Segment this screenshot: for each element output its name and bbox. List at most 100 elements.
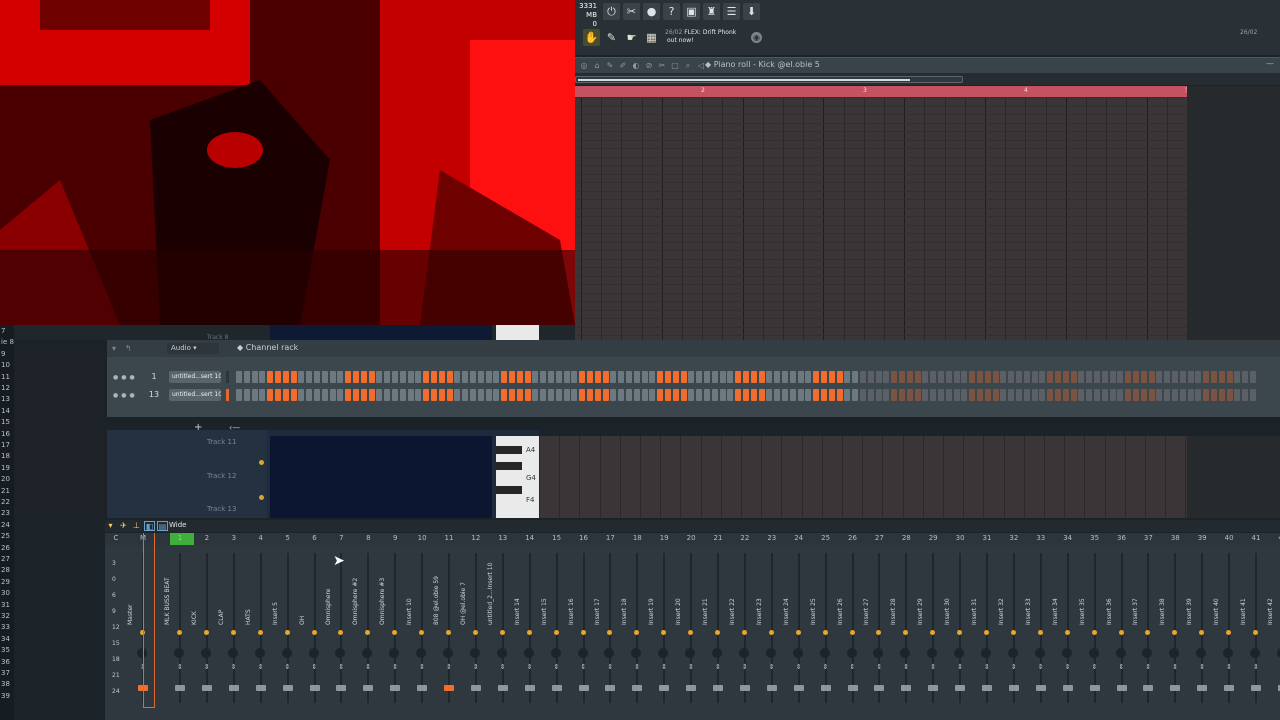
pan-knob[interactable]	[1034, 648, 1045, 658]
stereo-icon[interactable]: ⇕	[1172, 663, 1178, 671]
volume-fader[interactable]	[686, 685, 697, 691]
mute-led-icon[interactable]	[1199, 630, 1205, 635]
step-button[interactable]	[735, 371, 742, 383]
step-button[interactable]	[735, 389, 742, 401]
volume-fader[interactable]	[578, 685, 589, 691]
stereo-icon[interactable]: ⇕	[392, 663, 398, 671]
mute-led-icon[interactable]	[472, 630, 478, 635]
step-button[interactable]	[828, 371, 835, 383]
volume-fader[interactable]	[1008, 685, 1019, 691]
step-button[interactable]	[906, 389, 913, 401]
step-button[interactable]	[594, 371, 601, 383]
step-button[interactable]	[1000, 371, 1007, 383]
stereo-icon[interactable]: ⇕	[258, 663, 264, 671]
mixer-track-number[interactable]: 32	[1004, 534, 1024, 542]
step-button[interactable]	[251, 389, 258, 401]
step-button[interactable]	[493, 389, 500, 401]
stereo-icon[interactable]: ⇕	[1226, 663, 1232, 671]
pan-knob[interactable]	[577, 648, 588, 658]
volume-fader[interactable]	[1197, 685, 1208, 691]
step-button[interactable]	[1156, 389, 1163, 401]
pan-knob[interactable]	[792, 648, 803, 658]
step-button[interactable]	[680, 371, 687, 383]
step-button[interactable]	[1187, 371, 1194, 383]
step-button[interactable]	[454, 389, 461, 401]
pan-knob[interactable]	[765, 648, 776, 658]
channel-select[interactable]	[226, 371, 229, 383]
stereo-icon[interactable]: ⇕	[1199, 663, 1205, 671]
stereo-icon[interactable]: ⇕	[769, 663, 775, 671]
step-button[interactable]	[415, 389, 422, 401]
step-button[interactable]	[353, 371, 359, 383]
step-button[interactable]	[423, 371, 430, 383]
track-name[interactable]: Track 12	[207, 472, 236, 480]
power-icon[interactable]: ⏻	[603, 3, 620, 20]
channel-led-icon[interactable]: ●●●	[113, 392, 138, 399]
step-button[interactable]	[719, 389, 726, 401]
step-button[interactable]	[1148, 371, 1155, 383]
step-button[interactable]	[961, 389, 968, 401]
track-led-icon[interactable]	[259, 460, 264, 465]
step-button[interactable]	[984, 371, 991, 383]
step-button[interactable]	[243, 389, 250, 401]
step-button[interactable]	[711, 389, 718, 401]
step-button[interactable]	[945, 371, 952, 383]
step-button[interactable]	[462, 371, 469, 383]
step-button[interactable]	[743, 389, 749, 401]
channel-filter-select[interactable]: Audio ▾	[167, 343, 219, 354]
step-button[interactable]	[477, 371, 484, 383]
step-button[interactable]	[836, 389, 843, 401]
mixer-strip[interactable]: Insert 21 ⇕	[702, 545, 731, 720]
mute-led-icon[interactable]	[392, 630, 398, 635]
volume-fader[interactable]	[1143, 685, 1154, 691]
mute-led-icon[interactable]	[607, 630, 613, 635]
step-button[interactable]	[376, 389, 383, 401]
step-button[interactable]	[1125, 389, 1132, 401]
pan-knob[interactable]	[308, 648, 319, 658]
step-button[interactable]	[883, 389, 890, 401]
mixer-track-number[interactable]: 3	[224, 534, 244, 542]
step-button[interactable]	[1117, 389, 1124, 401]
mixer-track-number[interactable]: 26	[843, 534, 863, 542]
volume-fader[interactable]	[1170, 685, 1181, 691]
step-button[interactable]	[1203, 389, 1210, 401]
mixer-strip[interactable]: Omnisphere #3 ⇕	[379, 545, 408, 720]
step-button[interactable]	[1094, 389, 1100, 401]
pan-knob[interactable]	[200, 648, 211, 658]
step-button[interactable]	[672, 371, 679, 383]
step-button[interactable]	[899, 389, 905, 401]
pan-knob[interactable]	[1223, 648, 1234, 658]
pencil-icon[interactable]: ✎	[604, 60, 616, 71]
step-button[interactable]	[1164, 389, 1171, 401]
step-button[interactable]	[399, 389, 406, 401]
pan-knob[interactable]	[389, 648, 400, 658]
step-button[interactable]	[1016, 371, 1022, 383]
step-button[interactable]	[501, 389, 508, 401]
step-button[interactable]	[875, 389, 882, 401]
step-button[interactable]	[1195, 389, 1202, 401]
pan-knob[interactable]	[738, 648, 749, 658]
step-button[interactable]	[938, 389, 944, 401]
mixer-track-number[interactable]: 20	[681, 534, 701, 542]
menu-icon[interactable]: ◎	[578, 60, 590, 71]
pan-knob[interactable]	[658, 648, 669, 658]
save-icon[interactable]: ▣	[683, 3, 700, 20]
step-button[interactable]	[1055, 371, 1061, 383]
brush-icon[interactable]: ✐	[617, 60, 629, 71]
pan-knob[interactable]	[1250, 648, 1260, 658]
step-button[interactable]	[844, 371, 851, 383]
mixer-track-number[interactable]: C	[106, 534, 126, 542]
mixer-strip[interactable]: Insert 10 ⇕	[406, 545, 435, 720]
step-button[interactable]	[563, 371, 570, 383]
step-button[interactable]	[797, 371, 804, 383]
stereo-icon[interactable]: ⇕	[1145, 663, 1151, 671]
step-button[interactable]	[719, 371, 726, 383]
step-button[interactable]	[984, 389, 991, 401]
mute-led-icon[interactable]	[177, 630, 182, 635]
stereo-icon[interactable]: ⇕	[984, 663, 990, 671]
step-button[interactable]	[953, 371, 960, 383]
step-button[interactable]	[633, 389, 640, 401]
step-button[interactable]	[766, 371, 773, 383]
step-button[interactable]	[282, 371, 289, 383]
mixer-track-number[interactable]: 7	[331, 534, 351, 542]
